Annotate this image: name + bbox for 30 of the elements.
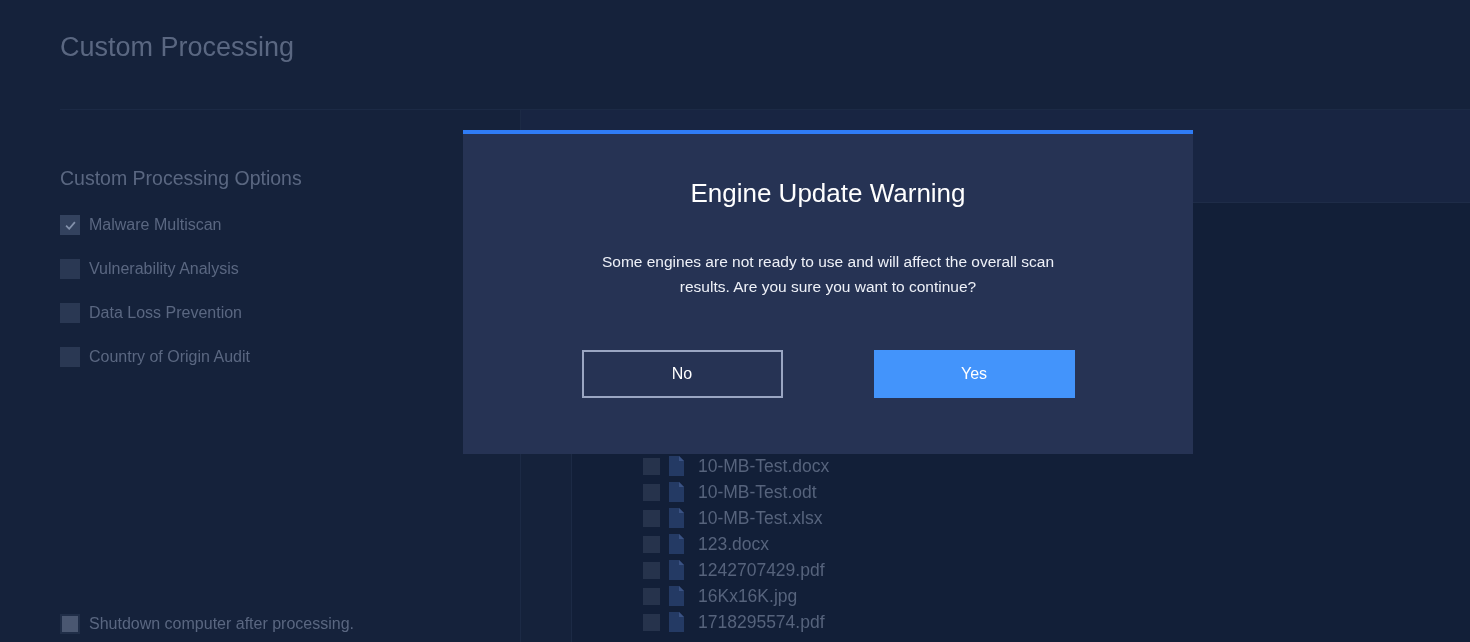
checkbox[interactable]	[60, 614, 80, 634]
file-icon	[669, 534, 684, 554]
file-icon	[669, 508, 684, 528]
option-label: Shutdown computer after processing.	[89, 615, 355, 633]
file-name: 10-MB-Test.xlsx	[698, 507, 823, 529]
page-title: Custom Processing	[60, 31, 295, 64]
file-name: 1718295574.pdf	[698, 611, 825, 633]
file-name: 16Kx16K.jpg	[698, 585, 798, 607]
file-icon	[669, 482, 684, 502]
file-icon	[669, 612, 684, 632]
checkbox[interactable]	[60, 347, 80, 367]
section-heading: Custom Processing Options	[60, 166, 302, 190]
checkbox[interactable]	[60, 259, 80, 279]
option-label: Vulnerability Analysis	[89, 260, 239, 278]
option-label: Country of Origin Audit	[89, 348, 250, 366]
file-icon	[669, 456, 684, 476]
file-name: 10-MB-Test.docx	[698, 455, 830, 477]
checkbox[interactable]	[60, 303, 80, 323]
checkmark-icon	[64, 220, 76, 230]
file-name: 1242707429.pdf	[698, 559, 825, 581]
file-name: 123.docx	[698, 533, 770, 555]
dialog-title: Engine Update Warning	[690, 177, 966, 209]
checkbox[interactable]	[60, 215, 80, 235]
file-icon	[669, 586, 684, 606]
option-label: Malware Multiscan	[89, 216, 222, 234]
option-label: Data Loss Prevention	[89, 304, 242, 322]
dialog-message: Some engines are not ready to use and will affect the overall scan results. Are you sure you want to continue?	[600, 252, 1056, 297]
file-name: 10-MB-Test.odt	[698, 481, 817, 503]
file-icon	[669, 560, 684, 580]
cancel-button[interactable]: No	[581, 350, 783, 398]
